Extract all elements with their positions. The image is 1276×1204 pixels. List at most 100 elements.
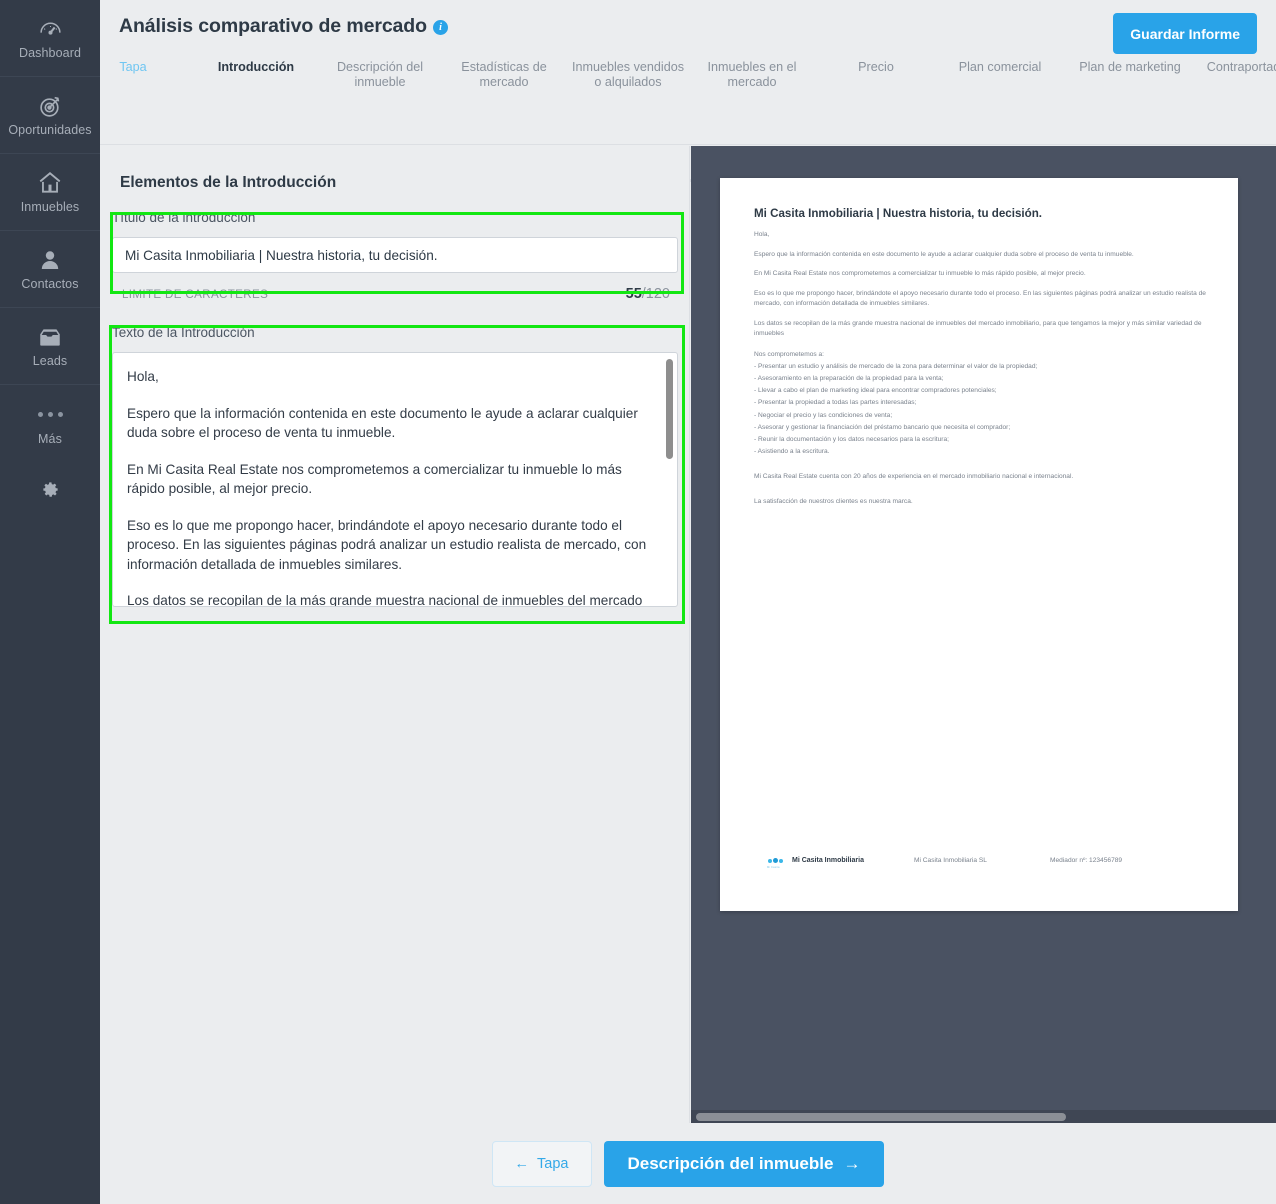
step-estadisticas-de-mercado[interactable]: Estadísticas de mercado — [442, 60, 566, 89]
next-button-label: Descripción del inmueble — [627, 1154, 834, 1173]
document-preview-panel: Mi Casita Inmobiliaria | Nuestra histori… — [691, 146, 1276, 1123]
preview-horizontal-scrollbar-thumb[interactable] — [696, 1113, 1066, 1121]
step-descripcion-del-inmueble[interactable]: Descripción del inmueble — [318, 60, 442, 89]
commitment-item: - Negociar el precio y las condiciones d… — [754, 411, 893, 419]
step-contraportada[interactable]: Contraportada — [1182, 60, 1276, 75]
sidebar-item-label: Contactos — [21, 277, 79, 291]
step-label: Precio — [858, 60, 894, 74]
page-title: Análisis comparativo de mercado i — [119, 15, 448, 38]
arrow-left-icon: ← — [514, 1156, 530, 1172]
step-introduccion[interactable]: Introducción — [194, 60, 318, 75]
textarea-paragraph: Hola, — [127, 369, 159, 384]
document-commitments-block: Nos comprometemos a: - Presentar un estu… — [754, 349, 1210, 459]
header: Análisis comparativo de mercado i Guardar… — [100, 0, 1276, 196]
footer-company: Mi Casita Inmobiliaria SL — [914, 857, 987, 864]
step-label: Plan de marketing — [1079, 60, 1181, 74]
character-limit-label: LIMITE DE CARACTERES — [122, 288, 269, 301]
arrow-right-icon: → — [843, 1154, 861, 1173]
back-button-label: Tapa — [537, 1156, 569, 1172]
footer-navigation: ← Tapa Descripción del inmueble → — [100, 1124, 1276, 1204]
sidebar-item-oportunidades[interactable]: Oportunidades — [0, 77, 100, 154]
textarea-paragraph: Los datos se recopilan de la más grande … — [127, 593, 643, 607]
sidebar-item-label: Inmuebles — [20, 200, 80, 214]
document-paragraph: La satisfacción de nuestros clientes es … — [754, 497, 913, 505]
inbox-icon — [37, 324, 63, 350]
next-to-descripcion-button[interactable]: Descripción del inmueble → — [603, 1141, 885, 1187]
step-tapa[interactable]: Tapa — [71, 60, 195, 75]
sidebar-item-label: Dashboard — [18, 46, 82, 60]
character-limit-count: 55/120 — [626, 286, 670, 302]
footer-mediator-id: Mediador nº: 123456789 — [1050, 857, 1123, 864]
title-field-group: Título de la introducción — [112, 210, 678, 273]
document-paragraph: Hola, — [754, 231, 770, 238]
sidebar-item-contactos[interactable]: Contactos — [0, 231, 100, 308]
commitment-item: - Asesoramiento en la preparación de la … — [754, 374, 944, 382]
textarea-scrollbar[interactable] — [666, 359, 673, 459]
commitments-intro: Nos comprometemos a: — [754, 350, 824, 358]
commitment-item: - Asesorar y gestionar la financiación d… — [754, 423, 1011, 431]
sidebar-item-label: Leads — [32, 354, 68, 368]
step-inmuebles-en-el-mercado[interactable]: Inmuebles en el mercado — [690, 60, 814, 89]
textarea-paragraph: En Mi Casita Real Estate nos comprometem… — [127, 461, 622, 497]
preview-horizontal-scrollbar-track[interactable] — [691, 1110, 1276, 1123]
page-title-text: Análisis comparativo de mercado — [119, 15, 427, 37]
step-label: Estadísticas de mercado — [461, 60, 547, 89]
step-inmuebles-vendidos-o-alquilados[interactable]: Inmuebles vendidos o alquilados — [566, 60, 690, 89]
document-paragraph: Eso es lo que me propongo hacer, brindán… — [754, 289, 1206, 308]
step-label: Inmuebles vendidos o alquilados — [571, 60, 684, 89]
introduction-title-input[interactable] — [112, 237, 678, 273]
commitment-item: - Asistiendo a la escritura. — [754, 448, 830, 456]
character-limit-row: LIMITE DE CARACTERES 55/120 — [122, 286, 670, 302]
footer-brand: Mi Casita Inmobiliaria — [792, 857, 864, 864]
textarea-paragraph: Espero que la información contenida en e… — [127, 405, 638, 441]
stepper: Tapa Introducción Descripción del inmueb… — [100, 60, 1276, 196]
text-field-label: Texto de la Introducción — [112, 325, 255, 340]
ellipsis-icon — [37, 402, 63, 428]
section-title: Elementos de la Introducción — [120, 174, 337, 191]
step-label: Inmuebles en el mercado — [707, 60, 797, 89]
target-icon — [38, 93, 63, 119]
text-field-group: Texto de la Introducción Hola, Espero qu… — [112, 325, 678, 607]
document-paragraph: Mi Casita Real Estate cuenta con 20 años… — [754, 473, 1074, 481]
character-limit-used: 55 — [625, 286, 642, 302]
commitment-item: - Reunir la documentación y los datos ne… — [754, 435, 949, 443]
document-title: Mi Casita Inmobiliaria | Nuestra histori… — [754, 207, 1042, 220]
step-label: Tapa — [119, 60, 147, 74]
gauge-icon — [38, 16, 63, 42]
document-paragraph: En Mi Casita Real Estate nos comprometem… — [754, 270, 1086, 277]
sidebar: Dashboard Oportunidades Inmuebles Contac… — [0, 0, 100, 1204]
document-paragraph: Los datos se recopilan de la más grande … — [754, 319, 1202, 338]
step-label: Descripción del inmueble — [336, 60, 424, 89]
introduction-text-textarea[interactable]: Hola, Espero que la información contenid… — [112, 352, 678, 607]
document-footer: Mi Casita Mi Casita Inmobiliaria Mi Casi… — [767, 854, 1208, 869]
introduction-form-panel: Elementos de la Introducción Título de l… — [100, 146, 690, 1123]
document-page: Mi Casita Inmobiliaria | Nuestra histori… — [720, 178, 1238, 911]
gear-icon — [41, 480, 60, 504]
step-label: Contraportada — [1206, 60, 1276, 74]
sidebar-item-mas[interactable]: Más — [0, 385, 100, 462]
save-report-button[interactable]: Guardar Informe — [1113, 13, 1257, 54]
mi-casita-logo-icon: Mi Casita — [767, 854, 784, 869]
character-limit-max: /120 — [641, 286, 670, 302]
sidebar-item-label: Más — [38, 431, 62, 446]
document-body: Hola, Espero que la información contenid… — [754, 230, 1210, 516]
sidebar-item-leads[interactable]: Leads — [0, 308, 100, 385]
sidebar-item-inmuebles[interactable]: Inmuebles — [0, 154, 100, 231]
step-plan-de-marketing[interactable]: Plan de marketing — [1062, 60, 1198, 75]
person-icon — [38, 247, 62, 273]
step-plan-comercial[interactable]: Plan comercial — [938, 60, 1062, 75]
title-field-label: Título de la introducción — [112, 210, 256, 225]
step-precio[interactable]: Precio — [814, 60, 938, 75]
textarea-paragraph: Eso es lo que me propongo hacer, brindán… — [127, 517, 647, 572]
step-label: Plan comercial — [958, 60, 1042, 74]
back-to-tapa-button[interactable]: ← Tapa — [491, 1141, 592, 1187]
step-label: Introducción — [217, 60, 295, 74]
commitment-item: - Llevar a cabo el plan de marketing ide… — [754, 387, 997, 395]
sidebar-settings-button[interactable] — [0, 462, 100, 522]
commitment-item: - Presentar un estudio y análisis de mer… — [754, 362, 1038, 370]
commitment-item: - Presentar la propiedad a todas las par… — [754, 399, 917, 407]
info-icon[interactable]: i — [432, 20, 448, 35]
house-icon — [37, 170, 63, 196]
sidebar-item-label: Oportunidades — [8, 123, 92, 137]
document-paragraph: Espero que la información contenida en e… — [754, 250, 1134, 258]
